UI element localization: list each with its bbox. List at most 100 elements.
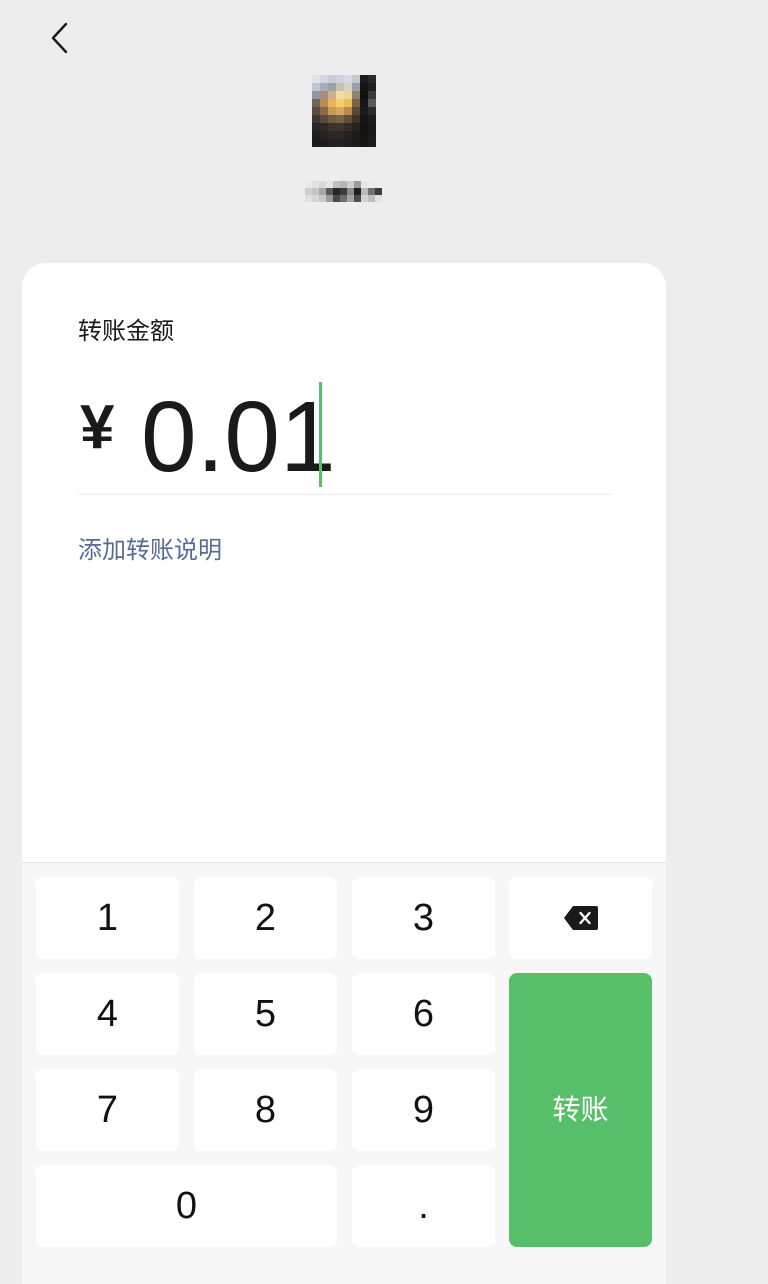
- name-pixel: [354, 188, 361, 195]
- key-7[interactable]: 7: [36, 1069, 179, 1151]
- avatar-pixel: [312, 139, 320, 147]
- name-pixel: [305, 195, 312, 202]
- name-pixel: [361, 181, 368, 188]
- amount-label: 转账金额: [78, 318, 174, 345]
- avatar-pixel: [344, 115, 352, 123]
- avatar-pixel: [320, 75, 328, 83]
- name-pixel: [340, 188, 347, 195]
- avatar-pixel: [352, 115, 360, 123]
- key-5[interactable]: 5: [194, 973, 337, 1055]
- avatar: [312, 75, 376, 147]
- name-pixel: [305, 181, 312, 188]
- avatar-pixel: [360, 83, 368, 91]
- avatar-pixel: [320, 91, 328, 99]
- key-3[interactable]: 3: [352, 877, 495, 959]
- avatar-pixel: [320, 139, 328, 147]
- backspace-icon[interactable]: [563, 905, 599, 931]
- avatar-pixel: [368, 91, 376, 99]
- avatar-pixel: [336, 115, 344, 123]
- amount-input[interactable]: 0.01: [141, 387, 336, 487]
- avatar-pixel: [336, 123, 344, 131]
- avatar-pixel: [328, 75, 336, 83]
- avatar-pixel: [320, 123, 328, 131]
- avatar-pixel: [352, 91, 360, 99]
- amount-card: 转账金额 ¥ 0.01 添加转账说明: [22, 263, 666, 863]
- avatar-pixel: [320, 107, 328, 115]
- name-pixel: [326, 195, 333, 202]
- avatar-pixel: [368, 139, 376, 147]
- transfer-button[interactable]: 转账: [509, 973, 652, 1247]
- name-pixel: [368, 195, 375, 202]
- key-9[interactable]: 9: [352, 1069, 495, 1151]
- key-8[interactable]: 8: [194, 1069, 337, 1151]
- avatar-pixel: [312, 75, 320, 83]
- avatar-pixel: [336, 99, 344, 107]
- avatar-pixel: [328, 139, 336, 147]
- name-pixel: [347, 195, 354, 202]
- key-0[interactable]: 0: [36, 1165, 337, 1247]
- avatar-pixel: [368, 131, 376, 139]
- name-pixel: [312, 181, 319, 188]
- avatar-pixel: [368, 115, 376, 123]
- avatar-pixel: [344, 99, 352, 107]
- avatar-pixel: [344, 91, 352, 99]
- currency-symbol: ¥: [80, 393, 115, 462]
- avatar-pixel: [344, 131, 352, 139]
- avatar-pixel: [344, 83, 352, 91]
- avatar-image: [312, 75, 376, 147]
- avatar-pixel: [312, 91, 320, 99]
- key-2[interactable]: 2: [194, 877, 337, 959]
- avatar-pixel: [320, 99, 328, 107]
- name-pixel: [361, 195, 368, 202]
- name-pixel: [333, 195, 340, 202]
- name-pixel: [375, 195, 382, 202]
- avatar-pixel: [328, 131, 336, 139]
- avatar-pixel: [328, 115, 336, 123]
- name-pixel: [347, 188, 354, 195]
- avatar-pixel: [352, 99, 360, 107]
- key-6[interactable]: 6: [352, 973, 495, 1055]
- add-note-link[interactable]: 添加转账说明: [78, 539, 222, 563]
- avatar-pixel: [328, 99, 336, 107]
- key-4[interactable]: 4: [36, 973, 179, 1055]
- avatar-pixel: [312, 99, 320, 107]
- amount-divider: [78, 494, 612, 495]
- avatar-pixel: [368, 107, 376, 115]
- avatar-pixel: [344, 75, 352, 83]
- avatar-pixel: [360, 75, 368, 83]
- avatar-pixel: [360, 139, 368, 147]
- avatar-pixel: [336, 91, 344, 99]
- avatar-pixel: [344, 107, 352, 115]
- recipient-name-obscured: [305, 181, 382, 202]
- avatar-pixel: [320, 115, 328, 123]
- chevron-left-icon[interactable]: [46, 21, 74, 55]
- name-pixel: [312, 195, 319, 202]
- avatar-pixel: [352, 75, 360, 83]
- avatar-pixel: [328, 107, 336, 115]
- avatar-pixel: [352, 139, 360, 147]
- avatar-pixel: [360, 99, 368, 107]
- avatar-pixel: [344, 139, 352, 147]
- avatar-pixel: [360, 115, 368, 123]
- avatar-pixel: [336, 75, 344, 83]
- avatar-pixel: [352, 123, 360, 131]
- back-button[interactable]: [46, 21, 74, 55]
- avatar-pixel: [360, 107, 368, 115]
- name-pixel: [361, 188, 368, 195]
- avatar-pixel: [328, 91, 336, 99]
- key-decimal-point[interactable]: .: [352, 1165, 495, 1247]
- avatar-pixel: [320, 131, 328, 139]
- name-pixel: [319, 195, 326, 202]
- delete-button[interactable]: [509, 877, 652, 959]
- text-cursor: [319, 382, 322, 487]
- avatar-pixel: [360, 131, 368, 139]
- key-1[interactable]: 1: [36, 877, 179, 959]
- recipient-name-pixels: [305, 181, 382, 202]
- name-pixel: [319, 181, 326, 188]
- avatar-pixel: [312, 115, 320, 123]
- name-pixel: [368, 181, 375, 188]
- name-pixel: [305, 188, 312, 195]
- name-pixel: [354, 181, 361, 188]
- avatar-pixel: [352, 107, 360, 115]
- avatar-pixel: [368, 123, 376, 131]
